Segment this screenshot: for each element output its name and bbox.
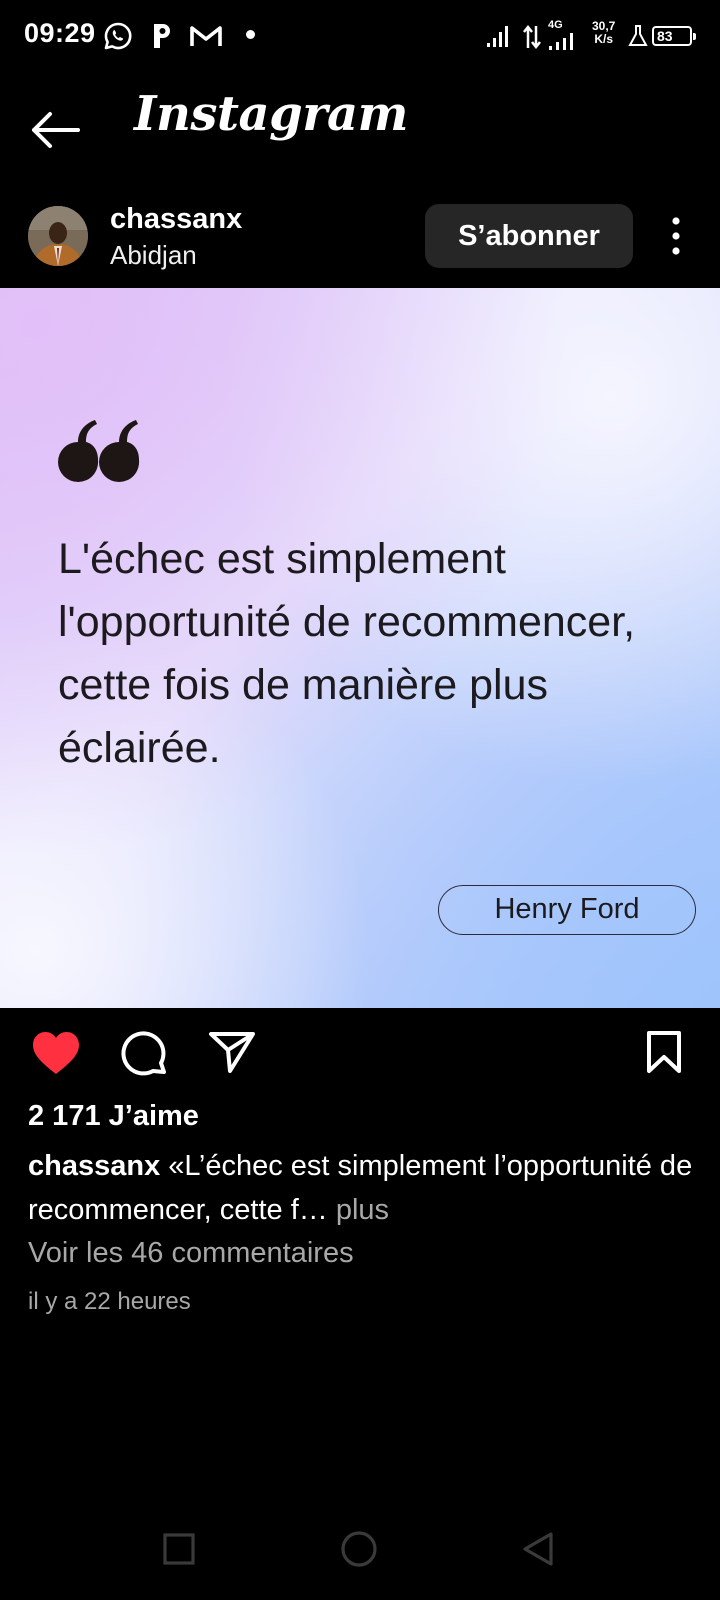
quote-text: L'échec est simplement l'opportunité de … (58, 535, 636, 772)
bookmark-icon[interactable] (646, 1030, 682, 1074)
post-location[interactable]: Abidjan (110, 240, 197, 271)
post-image[interactable]: L'échec est simplement l'opportunité de … (0, 288, 720, 1008)
heart-filled-icon[interactable] (32, 1031, 80, 1075)
caption-more-link[interactable]: plus (336, 1194, 389, 1226)
app-title: Instagram (134, 86, 408, 142)
avatar[interactable] (28, 206, 88, 266)
battery-level: 83 (657, 28, 673, 44)
back-arrow-icon[interactable] (28, 108, 84, 152)
network-speed: 30,7 K/s (592, 20, 615, 46)
signal-icon (487, 26, 508, 47)
lab-icon (628, 25, 648, 46)
quote-mark-icon (58, 420, 140, 482)
data-arrows-icon (523, 24, 541, 50)
likes-count[interactable]: 2 171 J’aime (28, 1100, 199, 1133)
comment-icon[interactable] (120, 1030, 168, 1078)
status-time: 09:29 (24, 18, 96, 48)
post-username[interactable]: chassanx (110, 203, 242, 236)
status-bar: 09:29 4G 30,7 K/s 83 (0, 0, 720, 72)
avatar-photo (28, 206, 88, 266)
p-app-icon (154, 24, 170, 48)
post-timestamp: il y a 22 heures (28, 1288, 191, 1315)
whatsapp-icon (104, 22, 132, 50)
caption[interactable]: chassanx «L’échec est simplement l’oppor… (28, 1144, 708, 1232)
home-icon[interactable] (340, 1530, 378, 1568)
vertical-dots-icon[interactable] (664, 215, 688, 257)
gmail-icon (190, 26, 222, 46)
notification-dot (246, 30, 255, 39)
battery-icon: 83 (652, 26, 696, 46)
network-type: 4G (548, 19, 563, 31)
caption-username[interactable]: chassanx (28, 1150, 160, 1182)
author-badge: Henry Ford (438, 885, 696, 935)
back-triangle-icon[interactable] (520, 1531, 556, 1567)
speed-unit: K/s (594, 32, 614, 46)
send-icon[interactable] (208, 1030, 256, 1074)
recent-apps-icon[interactable] (162, 1532, 196, 1566)
follow-button[interactable]: S’abonner (425, 204, 633, 268)
view-comments-link[interactable]: Voir les 46 commentaires (28, 1237, 354, 1270)
signal-4g-icon (549, 33, 573, 50)
